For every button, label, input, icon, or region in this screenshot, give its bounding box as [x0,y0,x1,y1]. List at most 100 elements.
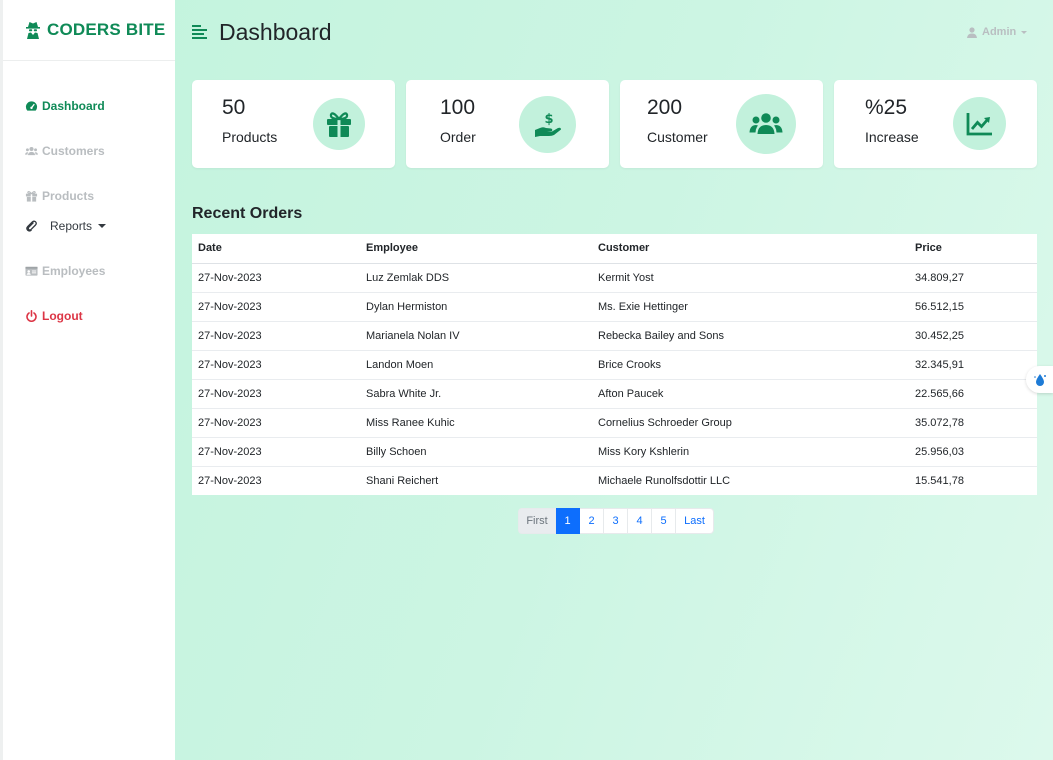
sidebar-item-logout[interactable]: Logout [3,293,175,338]
cell-customer: Michaele Runolfsdottir LLC [598,474,731,487]
cell-employee: Dylan Hermiston [360,292,592,322]
table-row: 27-Nov-2023 Landon Moen Brice Crooks 32.… [192,350,1037,380]
user-icon [967,26,977,38]
table-row: 27-Nov-2023 Dylan Hermiston Ms. Exie Het… [192,292,1037,322]
sidebar-item-customers[interactable]: Customers [3,128,175,173]
cell-price: 34.809,27 [909,263,1037,293]
cell-customer: Miss Kory Kshlerin [592,437,909,467]
stat-card-order: 100 Order $ [406,80,609,168]
sidebar-item-label: Reports [50,219,93,233]
pagination-first[interactable]: First [518,508,556,534]
column-header-price: Price [909,234,1037,264]
table-header-row: Date Employee Customer Price [192,234,1037,264]
cell-employee: Sabra White Jr. [360,379,592,409]
page-title: Dashboard [219,19,332,45]
table-row: 27-Nov-2023 Billy Schoen Miss Kory Kshle… [192,437,1037,467]
sidebar-nav: Dashboard Customers Products Reports Emp… [3,61,175,338]
table-row: 27-Nov-2023 Marianela Nolan IV Rebecka B… [192,321,1037,351]
cell-price: 25.956,03 [909,437,1037,467]
cell-price: 22.565,66 [909,379,1037,409]
cell-customer: Rebecka Bailey and Sons [592,321,909,351]
cell-customer: Cornelius Schroeder Group [592,408,909,438]
cell-customer: Kermit Yost [592,263,909,293]
cell-employee: Luz Zemlak DDS [360,263,592,293]
table-row: 27-Nov-2023 Miss Ranee Kuhic Cornelius S… [192,408,1037,438]
hand-dollar-icon: $ [519,96,576,153]
sidebar-toggle-icon[interactable] [192,25,207,39]
sidebar-item-label: Customers [42,143,105,158]
column-header-employee: Employee [360,234,592,264]
cell-price: 32.345,91 [909,350,1037,380]
pagination-page-3[interactable]: 3 [604,508,628,534]
users-icon [736,94,796,154]
table-row: 27-Nov-2023 Sabra White Jr. Afton Paucek… [192,379,1037,409]
droplet-icon [1033,373,1046,386]
pagination-page-1[interactable]: 1 [556,508,580,534]
cell-date: 27-Nov-2023 [192,408,360,438]
chevron-down-icon [98,224,107,228]
sidebar: CODERS BITE Dashboard Customers Products… [0,0,175,760]
stat-card-products: 50 Products [192,80,395,168]
svg-text:$: $ [544,112,553,127]
pagination-page-5[interactable]: 5 [652,508,676,534]
user-menu[interactable]: Admin [967,26,1028,38]
floating-widget-button[interactable] [1026,366,1053,393]
column-header-customer: Customer [592,234,909,264]
stat-value: 50 [222,96,246,119]
brand-name: CODERS BITE [47,20,166,39]
cell-customer: Afton Paucek [592,379,909,409]
stat-label: Order [440,129,476,145]
stat-value: 100 [440,96,476,119]
cell-date: 27-Nov-2023 [192,292,360,322]
gift-icon [25,190,38,202]
id-card-icon [25,266,38,276]
stat-label: Customer [647,129,708,145]
power-icon [26,309,37,322]
sidebar-item-label: Employees [42,263,106,278]
sidebar-item-employees[interactable]: Employees [3,248,175,293]
column-header-date: Date [192,234,360,264]
cell-price: 35.072,78 [909,408,1037,438]
sidebar-item-reports[interactable]: Reports [3,211,175,241]
pagination-last[interactable]: Last [676,508,714,534]
sidebar-item-dashboard[interactable]: Dashboard [3,83,175,128]
users-icon [25,146,38,155]
stat-card-customer: 200 Customer [620,80,823,168]
table-row: 27-Nov-2023 Shani Reichert Michaele Runo… [192,466,1037,495]
brand[interactable]: CODERS BITE [3,0,175,61]
cell-date: 27-Nov-2023 [192,350,360,380]
pagination-page-4[interactable]: 4 [628,508,652,534]
cell-date: 27-Nov-2023 [192,263,360,293]
cell-employee: Miss Ranee Kuhic [360,408,592,438]
stat-card-increase: %25 Increase [834,80,1037,168]
recent-orders-table: Date Employee Customer Price 27-Nov-2023… [192,234,1037,495]
stat-value: %25 [865,96,908,119]
paperclip-icon [26,220,37,232]
chart-line-icon [953,97,1006,150]
pagination: First 1 2 3 4 5 Last [518,508,714,534]
cell-price: 56.512,15 [909,292,1037,322]
tachometer-icon [25,100,38,111]
section-title-recent-orders: Recent Orders [192,205,303,222]
cell-price: 30.452,25 [909,321,1037,351]
stat-value: 200 [647,96,683,119]
chevron-down-icon [1021,30,1028,34]
cell-customer: Ms. Exie Hettinger [592,292,909,322]
cell-date: 27-Nov-2023 [192,437,360,467]
stat-label: Products [222,129,278,145]
cell-employee: Shani Reichert [366,474,439,487]
cell-employee: Marianela Nolan IV [360,321,592,351]
cell-employee: Landon Moen [360,350,592,380]
user-name: Admin [982,26,1017,38]
cell-price: 15.541,78 [915,474,964,487]
cell-date: 27-Nov-2023 [192,379,360,409]
cell-date: 27-Nov-2023 [198,474,262,487]
pagination-page-2[interactable]: 2 [580,508,604,534]
gift-icon [313,98,365,150]
cell-date: 27-Nov-2023 [192,321,360,351]
cell-employee: Billy Schoen [360,437,592,467]
sidebar-item-label: Logout [42,308,83,323]
sidebar-item-label: Products [42,188,95,203]
user-secret-icon [26,22,40,39]
sidebar-item-label: Dashboard [42,98,105,113]
